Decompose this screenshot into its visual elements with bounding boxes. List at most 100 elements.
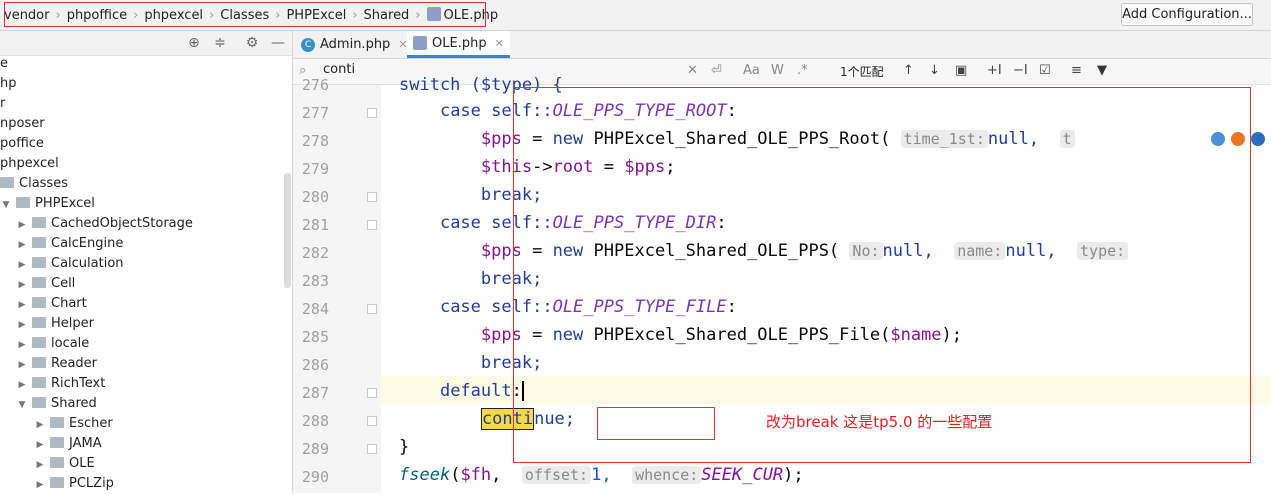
code-line-289: } [399, 437, 410, 457]
tree-item[interactable]: ▶ Escher [0, 414, 319, 434]
select-occurrences-icon[interactable]: ☑ [1039, 63, 1051, 78]
remove-occurrence-icon[interactable]: −I [1013, 63, 1028, 78]
param-hint: offset: [521, 466, 592, 484]
tree-item-label: r [0, 96, 6, 111]
tree-item[interactable]: e [0, 54, 285, 74]
tree-item-label: Cell [51, 276, 76, 291]
tab-ole-php[interactable]: OLE.php ✕ [407, 31, 510, 58]
tree-item-label: phpexcel [0, 156, 59, 171]
chevron-right-icon[interactable]: ▶ [16, 295, 28, 315]
folder-icon [50, 437, 64, 448]
chevron-down-icon[interactable]: ▼ [0, 195, 12, 215]
tree-item[interactable]: ▶ CalcEngine [0, 234, 301, 254]
browser-icon[interactable] [1251, 132, 1265, 146]
tree-item[interactable]: phpexcel [0, 154, 285, 174]
tree-item[interactable]: nposer [0, 114, 285, 134]
match-case-toggle[interactable]: Aa [743, 63, 760, 78]
chevron-down-icon[interactable]: ▼ [16, 395, 28, 415]
tree-item[interactable]: ▶ JAMA [0, 434, 319, 454]
tree-item-label: PCLZip [69, 476, 114, 491]
chevron-right-icon[interactable]: ▶ [16, 355, 28, 375]
code-line-287: default: [439, 381, 524, 401]
gear-icon[interactable]: ⚙ [244, 35, 260, 51]
fold-marker-icon[interactable] [367, 416, 377, 426]
folder-icon [32, 297, 46, 308]
options-icon[interactable]: ≡ [1071, 63, 1082, 78]
tree-item[interactable]: ▶ OLE [0, 454, 319, 474]
tree-item[interactable]: ▶ locale [0, 334, 301, 354]
fold-marker-icon[interactable] [367, 388, 377, 398]
line-number: 281 [301, 216, 329, 234]
param-hint: whence: [632, 466, 702, 484]
add-occurrence-icon[interactable]: +I [987, 63, 1002, 78]
fold-marker-icon[interactable] [367, 192, 377, 202]
tree-item[interactable]: Classes [0, 174, 285, 194]
tree-item[interactable]: ▶ Chart [0, 294, 301, 314]
clear-icon[interactable]: ✕ [687, 63, 698, 78]
tree-item[interactable]: ▶ RichText [0, 374, 301, 394]
class-c-icon: C [301, 37, 315, 52]
tree-item[interactable]: r [0, 94, 285, 114]
tree-item-label: poffice [0, 136, 44, 151]
chevron-right-icon[interactable]: ▶ [16, 375, 28, 395]
tree-item[interactable]: ▶ Reader [0, 354, 301, 374]
close-icon[interactable]: ✕ [495, 37, 504, 50]
tree-item[interactable]: hp [0, 74, 285, 94]
chevron-right-icon[interactable]: ▶ [34, 435, 46, 455]
tree-item[interactable]: ▼ PHPExcel [0, 194, 285, 214]
line-gutter: 276 277 278 279 280 281 282 283 284 285 286 287 288 2… [293, 76, 381, 493]
fold-marker-icon[interactable] [367, 220, 377, 230]
minimize-icon[interactable]: — [270, 35, 286, 51]
folder-icon [32, 337, 46, 348]
chevron-right-icon[interactable]: ▶ [16, 255, 28, 275]
firefox-icon[interactable] [1231, 132, 1245, 146]
tree-item[interactable]: ▶ PCLZip [0, 474, 319, 494]
tree-item[interactable]: ▶ Calculation [0, 254, 301, 274]
line-number: 286 [301, 356, 329, 374]
folder-icon [32, 237, 46, 248]
tree-item-label: CachedObjectStorage [51, 216, 193, 231]
browser-launch-icons [1211, 129, 1271, 149]
folder-icon [32, 277, 46, 288]
fold-marker-icon[interactable] [367, 108, 377, 118]
arrow-up-icon[interactable]: ↑ [903, 63, 914, 78]
chrome-icon[interactable] [1211, 132, 1225, 146]
tree-item-label: nposer [0, 116, 45, 131]
chevron-right-icon[interactable]: ▶ [16, 335, 28, 355]
project-tree-panel: ⊕ ≑ ⚙ — e hp r nposer poffice phpexcel Classes… [0, 31, 293, 493]
regex-toggle[interactable]: .* [797, 63, 808, 78]
chevron-right-icon[interactable]: ▶ [16, 275, 28, 295]
tree-item-label: RichText [51, 376, 106, 391]
tree-item-label: CalcEngine [51, 236, 124, 251]
tree-item-label: Escher [69, 416, 113, 431]
tree-scrollbar[interactable] [284, 173, 291, 288]
chevron-right-icon[interactable]: ▶ [16, 235, 28, 255]
add-configuration-button[interactable]: Add Configuration... [1121, 3, 1253, 26]
tree-item-label: Shared [51, 396, 97, 411]
arrow-down-icon[interactable]: ↓ [929, 63, 940, 78]
tree-item[interactable]: ▶ Cell [0, 274, 301, 294]
chevron-right-icon[interactable]: ▶ [34, 475, 46, 495]
locate-crosshair-icon[interactable]: ⊕ [186, 35, 202, 51]
code-line-290: fseek($fh, offset: 1, whence: SEEK_CUR); [399, 465, 804, 485]
collapse-all-icon[interactable]: ≑ [212, 35, 228, 51]
new-line-icon[interactable]: ⏎ [711, 63, 722, 78]
tab-admin-php[interactable]: C Admin.php ✕ [301, 31, 408, 58]
chevron-right-icon[interactable]: ▶ [34, 455, 46, 475]
chevron-right-icon[interactable]: ▶ [34, 415, 46, 435]
chevron-right-icon[interactable]: ▶ [16, 215, 28, 235]
code-editor[interactable]: 276 277 278 279 280 281 282 283 284 285 286 287 288 2… [293, 75, 1271, 493]
fold-marker-icon[interactable] [367, 444, 377, 454]
filter-icon[interactable]: ▼ [1097, 63, 1107, 78]
select-all-icon[interactable]: ▣ [955, 63, 967, 78]
tree-item-label: Chart [51, 296, 87, 311]
tree-item[interactable]: ▶ CachedObjectStorage [0, 214, 301, 234]
tree-item-label: Helper [51, 316, 94, 331]
fold-marker-icon[interactable] [367, 304, 377, 314]
tree-item[interactable]: ▶ Helper [0, 314, 301, 334]
chevron-right-icon[interactable]: ▶ [16, 315, 28, 335]
tree-item[interactable]: poffice [0, 134, 285, 154]
whole-words-toggle[interactable]: W [771, 63, 784, 78]
line-number: 285 [301, 328, 329, 346]
tree-item[interactable]: ▼ Shared [0, 394, 301, 414]
